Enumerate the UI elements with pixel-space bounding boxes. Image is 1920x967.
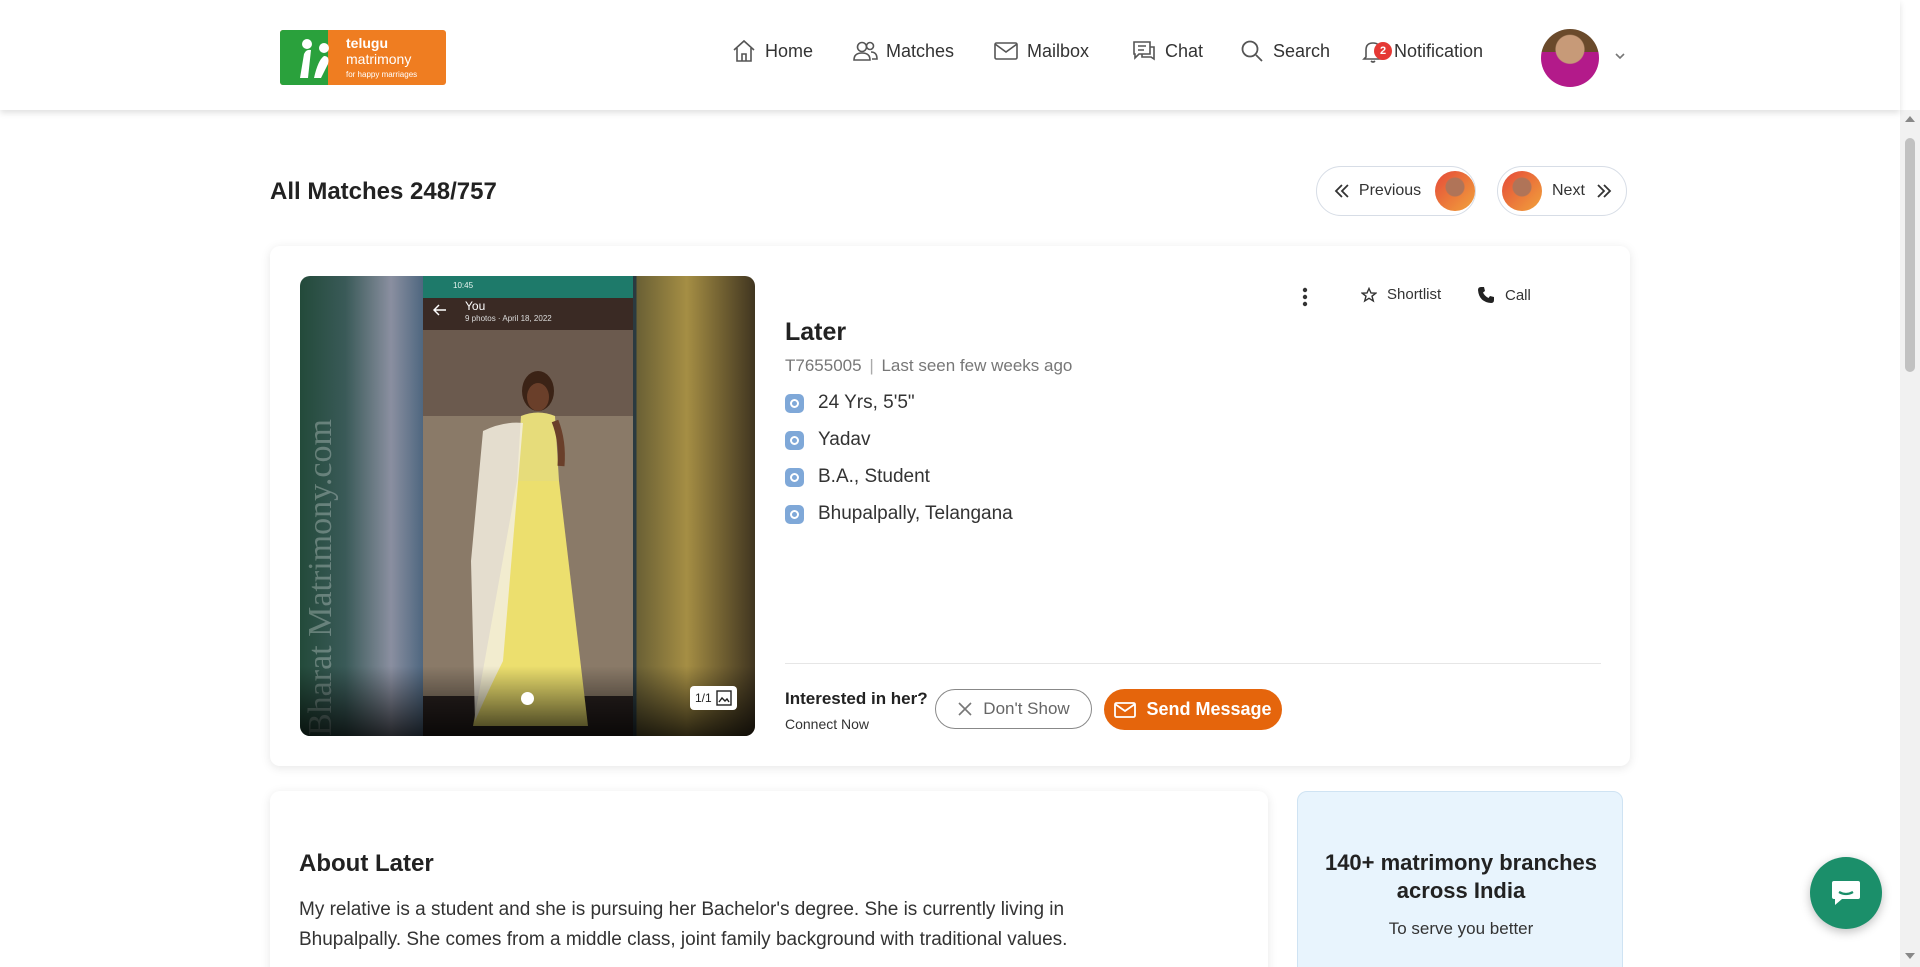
branch-subtitle: To serve you better [1388,919,1534,938]
top-header: telugu matrimony for happy marriages Hom… [0,0,1900,110]
scroll-up-arrow-icon[interactable] [1905,116,1915,122]
about-title: About Later [299,850,434,877]
dont-show-label: Don't Show [983,699,1070,718]
nav-home[interactable]: Home [731,38,813,64]
chat-bubble-icon [1832,881,1860,905]
star-icon [1361,286,1377,303]
more-options-icon[interactable] [1295,286,1315,308]
last-seen: Last seen few weeks ago [881,356,1073,375]
phone-status-bar: 10:45 [453,281,474,290]
profile-meta: T7655005 | Last seen few weeks ago [785,356,1072,376]
age-icon [785,393,804,413]
location-text: Bhupalpally, Telangana [818,503,1013,524]
page-title: All Matches 248/757 [270,178,497,205]
profile-photo[interactable]: 10:45 You 9 photos · April 18, 2022 Bhar… [300,276,755,736]
profile-card: 10:45 You 9 photos · April 18, 2022 Bhar… [270,246,1630,766]
branch-title: 140+ matrimony branches across India [1324,850,1598,903]
close-icon [958,702,972,716]
nav-home-label: Home [765,40,814,61]
mailbox-icon [994,42,1018,60]
about-text: My relative is a student and she is purs… [299,899,1068,950]
caste-text: Yadav [818,429,871,450]
about-card: About Later My relative is a student and… [270,791,1268,967]
chat-icon [1133,41,1155,61]
profile-id: T7655005 [785,356,862,375]
photo-counter[interactable]: 1/1 [690,686,737,710]
scrollbar-thumb[interactable] [1905,138,1915,372]
interest-question: Interested in her? [785,689,928,708]
nav-chat-label: Chat [1165,40,1204,61]
call-button[interactable]: Call [1477,286,1531,304]
nav-search-label: Search [1273,40,1331,61]
notification-icon-wrap: 2 [1360,38,1392,64]
caste-icon [785,430,804,450]
previous-profile-button[interactable]: Previous [1316,166,1476,216]
home-icon [733,39,755,62]
next-label: Next [1552,182,1585,199]
nav-mailbox[interactable]: Mailbox [993,38,1089,64]
chat-support-button[interactable] [1810,857,1882,929]
nav-notification[interactable]: 2 Notification [1360,38,1483,64]
detail-location: Bhupalpally, Telangana [785,503,1013,525]
card-divider [785,663,1601,664]
phone-icon [1478,287,1494,303]
nav-notification-label: Notification [1394,40,1484,61]
meta-separator: | [869,356,874,375]
mail-icon [1114,701,1137,718]
logo-people-icon [300,39,329,78]
page-scrollbar[interactable] [1900,110,1920,967]
nav-matches-label: Matches [886,40,955,61]
back-arrow-icon [433,304,446,316]
profile-name: Later [785,318,846,347]
education-text: B.A., Student [818,466,930,487]
logo-text-telugu: telugu [346,35,388,51]
phone-subtitle: 9 photos · April 18, 2022 [465,314,552,323]
education-icon [785,467,804,487]
photo-counter-text: 1/1 [695,691,712,705]
logo-text-matrimony: matrimony [346,51,412,67]
site-logo[interactable]: telugu matrimony for happy marriages [280,30,446,85]
nav-chat[interactable]: Chat [1131,38,1203,64]
matches-icon [853,41,878,61]
nav-matches[interactable]: Matches [852,38,954,64]
send-message-button[interactable]: Send Message [1104,689,1282,730]
shortlist-label: Shortlist [1387,286,1442,303]
send-message-label: Send Message [1146,699,1272,719]
nav-search[interactable]: Search [1239,38,1330,64]
detail-education: B.A., Student [785,466,930,488]
interest-sub: Connect Now [785,716,870,732]
nav-mailbox-label: Mailbox [1027,40,1090,61]
shortlist-button[interactable]: Shortlist [1361,286,1441,303]
next-profile-button[interactable]: Next [1497,166,1627,216]
call-label: Call [1505,286,1531,304]
age-height-text: 24 Yrs, 5'5" [818,392,915,413]
user-avatar[interactable] [1541,29,1599,87]
gallery-icon [715,690,732,706]
next-profile-thumb [1502,171,1542,211]
double-chevron-left-icon [1334,184,1349,198]
detail-age-height: 24 Yrs, 5'5" [785,392,915,414]
scroll-down-arrow-icon[interactable] [1905,953,1915,959]
phone-title: You [465,299,486,313]
branch-promo-card[interactable]: 140+ matrimony branches across India To … [1297,791,1623,967]
profile-name-text: Later [785,318,847,346]
previous-profile-thumb [1435,171,1475,211]
location-pin-icon [785,504,804,524]
detail-caste: Yadav [785,429,870,451]
notification-count-badge: 2 [1374,42,1392,60]
search-icon [1241,40,1263,62]
previous-label: Previous [1358,182,1422,199]
logo-tagline: for happy marriages [346,70,418,79]
carousel-dot[interactable] [521,692,534,705]
double-chevron-right-icon [1597,184,1612,198]
dont-show-button[interactable]: Don't Show [935,689,1092,729]
chevron-down-icon[interactable] [1612,48,1628,64]
